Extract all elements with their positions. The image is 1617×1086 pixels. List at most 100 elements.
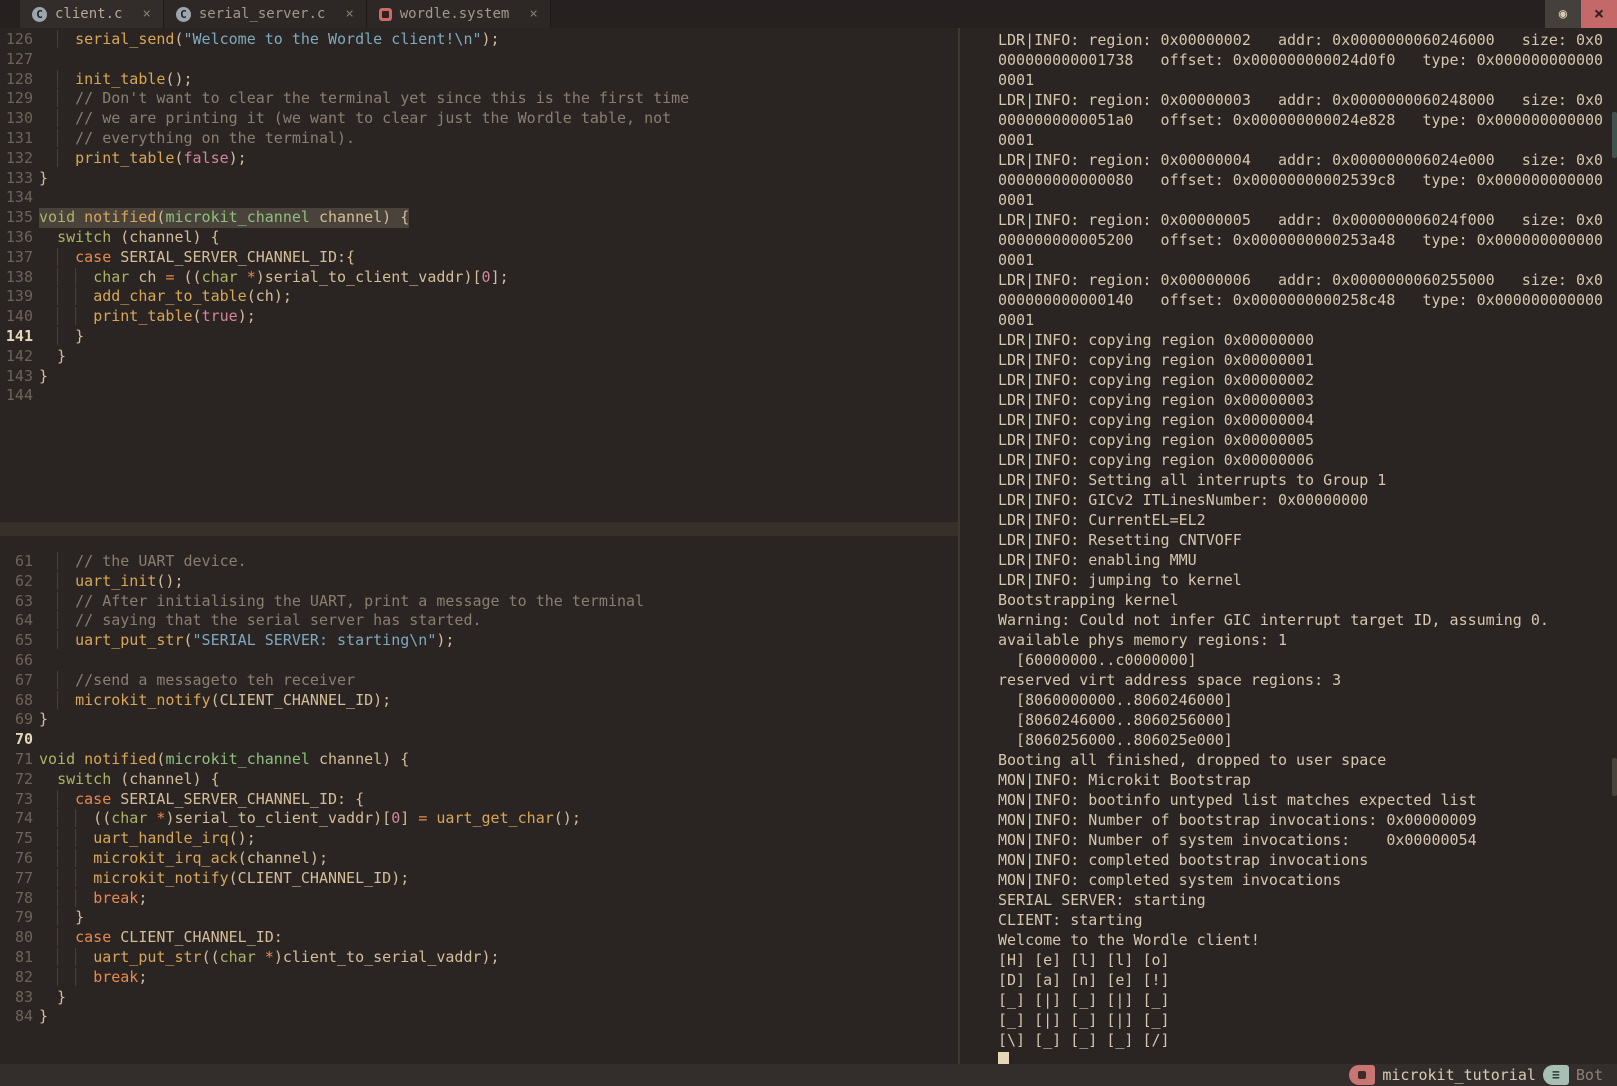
code-line-61: 61 ▏ // the UART device. xyxy=(0,552,958,572)
code-text: switch (channel) { xyxy=(39,770,220,790)
tab-close-icon[interactable]: × xyxy=(142,6,150,22)
terminal-scrollbar-thumb[interactable] xyxy=(1612,112,1617,158)
tab-bar-offset xyxy=(0,0,20,28)
terminal-line: LDR|INFO: region: 0x00000004 addr: 0x000… xyxy=(998,150,1617,170)
code-line-65: 65 ▏ uart_put_str("SERIAL SERVER: starti… xyxy=(0,631,958,651)
code-text: void notified(microkit_channel channel) … xyxy=(39,750,409,770)
tab-close-icon[interactable]: × xyxy=(345,6,353,22)
tab-wordle-system[interactable]: wordle.system× xyxy=(367,0,551,28)
terminal-line: LDR|INFO: Setting all interrupts to Grou… xyxy=(998,470,1617,490)
code-text: ▏ // the UART device. xyxy=(39,552,247,572)
square-icon xyxy=(1358,1071,1366,1079)
code-line-144: 144 xyxy=(0,386,958,406)
terminal-line: 0000000000051a0 offset: 0x000000000024e8… xyxy=(998,110,1617,130)
editor-pane-client-c[interactable]: 126 ▏ serial_send("Welcome to the Wordle… xyxy=(0,28,958,522)
code-line-131: 131 ▏ // everything on the terminal). xyxy=(0,129,958,149)
code-line-77: 77 ▏ ▏ microkit_notify(CLIENT_CHANNEL_ID… xyxy=(0,869,958,889)
editor-pane-serial-server-c[interactable]: 61 ▏ // the UART device.62 ▏ uart_init()… xyxy=(0,536,958,1064)
line-number: 137 xyxy=(0,248,33,268)
code-text: ▏ ▏ microkit_notify(CLIENT_CHANNEL_ID); xyxy=(39,869,409,889)
line-number: 84 xyxy=(0,1007,33,1027)
tab-bar-controls: ◉ × xyxy=(1545,0,1617,28)
line-number: 63 xyxy=(0,592,33,612)
c-file-icon: C xyxy=(176,7,191,22)
code-text: ▏ // After initialising the UART, print … xyxy=(39,592,644,612)
terminal-line: LDR|INFO: region: 0x00000006 addr: 0x000… xyxy=(998,270,1617,290)
terminal-line: [_] [|] [_] [|] [_] xyxy=(998,1010,1617,1030)
line-number: 127 xyxy=(0,50,33,70)
terminal-line: MON|INFO: completed system invocations xyxy=(998,870,1617,890)
terminal-line: Booting all finished, dropped to user sp… xyxy=(998,750,1617,770)
line-number: 68 xyxy=(0,691,33,711)
tab-client-c[interactable]: Cclient.c× xyxy=(20,0,164,28)
line-number: 83 xyxy=(0,988,33,1008)
terminal-line: LDR|INFO: Resetting CNTVOFF xyxy=(998,530,1617,550)
line-number: 62 xyxy=(0,572,33,592)
terminal-line: Bootstrapping kernel xyxy=(998,590,1617,610)
code-text: ▏ ▏ break; xyxy=(39,968,147,988)
terminal-pane[interactable]: LDR|INFO: region: 0x00000002 addr: 0x000… xyxy=(960,28,1617,1064)
code-text: ▏ // saying that the serial server has s… xyxy=(39,611,482,631)
terminal-line: Welcome to the Wordle client! xyxy=(998,930,1617,950)
line-number: 80 xyxy=(0,928,33,948)
terminal-line: LDR|INFO: copying region 0x00000006 xyxy=(998,450,1617,470)
code-text: ▏ print_table(false); xyxy=(39,149,247,169)
code-line-134: 134 xyxy=(0,188,958,208)
code-text: ▏ uart_init(); xyxy=(39,572,184,592)
code-text: ▏ // everything on the terminal). xyxy=(39,129,355,149)
line-number: 82 xyxy=(0,968,33,988)
code-text: switch (channel) { xyxy=(39,228,220,248)
line-number: 77 xyxy=(0,869,33,889)
line-number: 132 xyxy=(0,149,33,169)
terminal-line: 000000000000080 offset: 0x00000000002539… xyxy=(998,170,1617,190)
terminal-line: [D] [a] [n] [e] [!] xyxy=(998,970,1617,990)
code-text: ▏ } xyxy=(39,327,84,347)
code-line-143: 143} xyxy=(0,367,958,387)
code-text: ▏ ▏ print_table(true); xyxy=(39,307,256,327)
line-number: 130 xyxy=(0,109,33,129)
session-name[interactable]: microkit_tutorial xyxy=(1382,1066,1536,1084)
terminal-line: LDR|INFO: GICv2 ITLinesNumber: 0x0000000… xyxy=(998,490,1617,510)
code-text: ▏ ▏ ((char *)serial_to_client_vaddr)[0] … xyxy=(39,809,581,829)
line-number: 69 xyxy=(0,710,33,730)
pane-divider-horizontal[interactable] xyxy=(0,522,958,536)
mode-badge-icon[interactable]: ≡ xyxy=(1543,1065,1569,1085)
code-text: ▏ ▏ uart_handle_irq(); xyxy=(39,829,256,849)
line-number: 67 xyxy=(0,671,33,691)
line-number: 66 xyxy=(0,651,33,671)
code-line-64: 64 ▏ // saying that the serial server ha… xyxy=(0,611,958,631)
code-line-79: 79 ▏ } xyxy=(0,908,958,928)
code-line-69: 69} xyxy=(0,710,958,730)
code-line-68: 68 ▏ microkit_notify(CLIENT_CHANNEL_ID); xyxy=(0,691,958,711)
terminal-line: LDR|INFO: copying region 0x00000004 xyxy=(998,410,1617,430)
line-number: 128 xyxy=(0,70,33,90)
status-bar: microkit_tutorial ≡ Bot xyxy=(0,1064,1617,1086)
window-close-button[interactable]: × xyxy=(1581,0,1617,28)
code-text: } xyxy=(39,347,66,367)
code-line-138: 138 ▏ ▏ char ch = ((char *)serial_to_cli… xyxy=(0,268,958,288)
code-text: ▏ case SERIAL_SERVER_CHANNEL_ID: { xyxy=(39,790,364,810)
terminal-scrollbar-thumb-secondary[interactable] xyxy=(1612,758,1617,796)
code-line-83: 83 } xyxy=(0,988,958,1008)
session-badge-icon[interactable] xyxy=(1349,1065,1375,1085)
terminal-cursor xyxy=(998,1052,1009,1064)
line-number: 141 xyxy=(0,327,33,347)
view-toggle-button[interactable]: ◉ xyxy=(1545,0,1581,28)
line-number: 143 xyxy=(0,367,33,387)
mode-name[interactable]: Bot xyxy=(1576,1066,1603,1084)
terminal-line: 000000000001738 offset: 0x000000000024d0… xyxy=(998,50,1617,70)
code-line-76: 76 ▏ ▏ microkit_irq_ack(channel); xyxy=(0,849,958,869)
terminal-line: MON|INFO: Number of system invocations: … xyxy=(998,830,1617,850)
terminal-line: 0001 xyxy=(998,130,1617,150)
terminal-line: 000000000005200 offset: 0x0000000000253a… xyxy=(998,230,1617,250)
code-line-84: 84} xyxy=(0,1007,958,1027)
code-line-142: 142 } xyxy=(0,347,958,367)
terminal-line: LDR|INFO: copying region 0x00000000 xyxy=(998,330,1617,350)
code-line-67: 67 ▏ //send a messageto teh receiver xyxy=(0,671,958,691)
terminal-line: LDR|INFO: region: 0x00000002 addr: 0x000… xyxy=(998,30,1617,50)
tab-serial_server-c[interactable]: Cserial_server.c× xyxy=(164,0,367,28)
line-number: 74 xyxy=(0,809,33,829)
tab-close-icon[interactable]: × xyxy=(529,6,537,22)
terminal-line: [8060256000..806025e000] xyxy=(998,730,1617,750)
terminal-line: 0001 xyxy=(998,190,1617,210)
